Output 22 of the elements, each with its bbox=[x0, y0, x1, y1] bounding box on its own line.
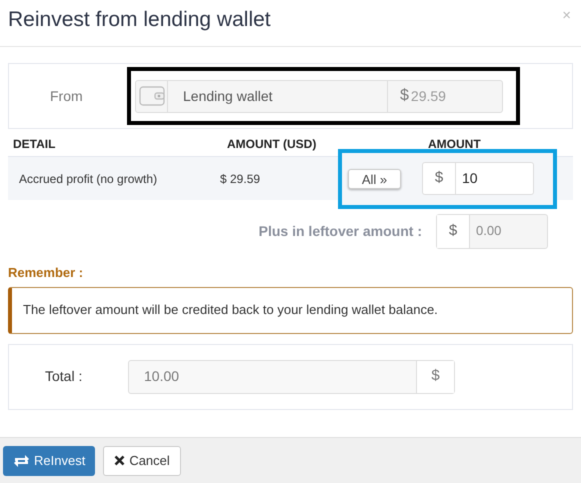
close-icon bbox=[114, 455, 126, 466]
dialog-title: Reinvest from lending wallet bbox=[8, 7, 271, 33]
column-header: AMOUNT bbox=[428, 136, 481, 153]
leftover-label: Plus in leftover amount : bbox=[258, 222, 422, 240]
remember-title: Remember : bbox=[8, 264, 84, 282]
amount-field[interactable]: $ 10 bbox=[422, 162, 534, 195]
total-label: Total : bbox=[44, 367, 84, 386]
reinvest-button[interactable]: ReInvest bbox=[3, 446, 96, 476]
wallet-icon bbox=[138, 85, 164, 107]
remember-note: The leftover amount will be credited back to your lending wallet balance. bbox=[8, 286, 573, 334]
table-cell-text: $ 29.59 bbox=[220, 170, 262, 188]
total-field[interactable]: 10.00 $ bbox=[128, 360, 455, 394]
leftover-field[interactable]: $ 0.00 bbox=[436, 214, 548, 248]
cancel-button[interactable]: Cancel bbox=[103, 446, 181, 476]
wallet-balance: $29.59 bbox=[399, 86, 447, 106]
wallet-field[interactable]: Lending wallet bbox=[168, 80, 388, 112]
from-label: From bbox=[49, 86, 84, 106]
repeat-icon bbox=[13, 454, 30, 466]
all-button[interactable]: All » bbox=[348, 168, 401, 188]
table-cell-text: Accrued profit (no growth) bbox=[18, 170, 158, 188]
column-header: DETAIL bbox=[12, 136, 56, 153]
column-header: AMOUNT (USD) bbox=[227, 136, 318, 153]
